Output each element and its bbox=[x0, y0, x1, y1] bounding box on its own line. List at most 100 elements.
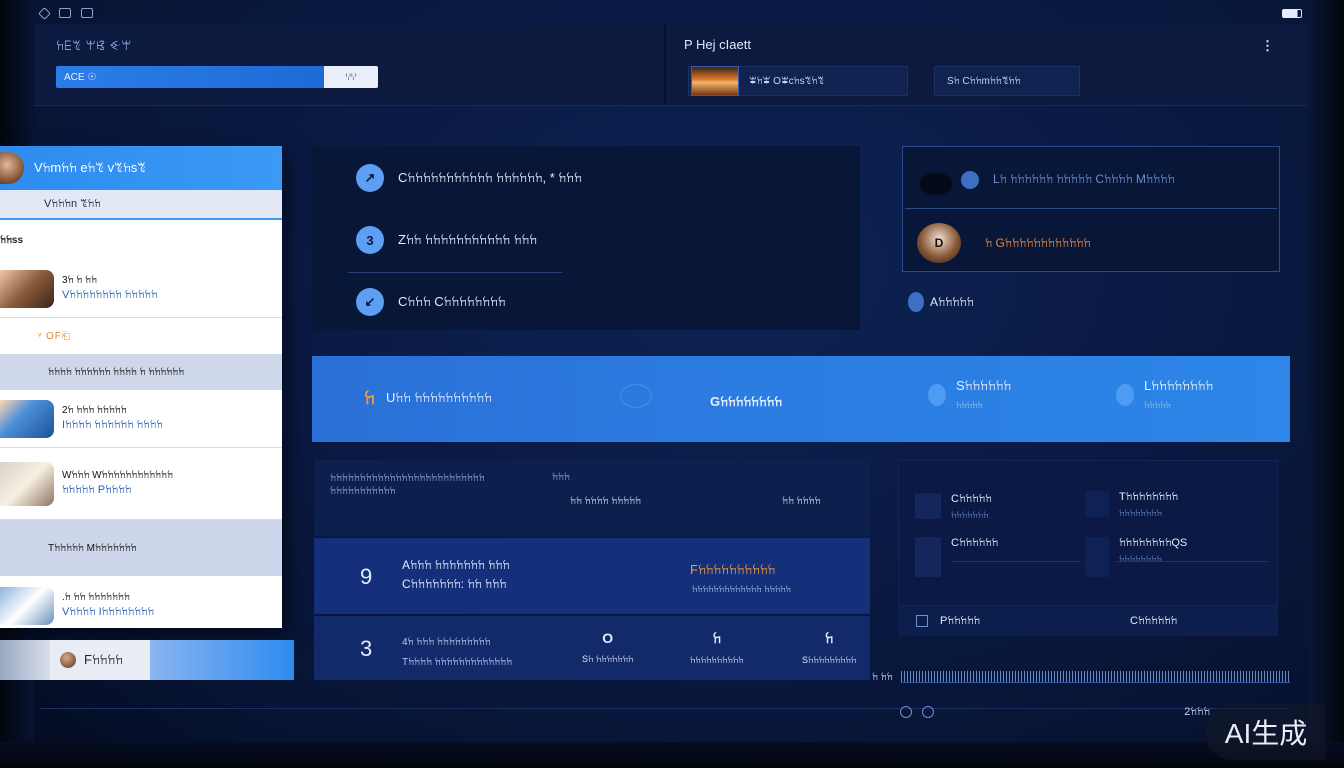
file-chip-label: ꕾꖷꕾ Oꕾcꖷsꔳꖷꔳ bbox=[749, 75, 825, 87]
sidebar-plain-row[interactable]: ᵛ OF⎗ bbox=[0, 318, 282, 354]
sidebar-group-row[interactable]: Tꖷꖷꖷꖷꖷ Mꖷꖷꖷꖷꖷꖷꖷ bbox=[0, 520, 282, 576]
globe-icon[interactable] bbox=[620, 384, 652, 408]
header: ꖷꗋꔳ ꕚꕙ ꔾꕚ ꗷꗷ P Hej cIaett ⋮ ꕾꖷꕾ Oꕾcꖷsꔳꖷꔳ… bbox=[34, 24, 1308, 106]
file-chip[interactable]: ꕾꖷꕾ Oꕾcꖷsꔳꖷꔳ bbox=[688, 66, 908, 96]
square-icon bbox=[1085, 491, 1109, 517]
status-chip[interactable]: Sꖷ Cꖷꖷmꖷꖷꔳꖷꖷ bbox=[934, 66, 1080, 96]
toolbar-item[interactable]: Gꖷꖷꖷꖷꖷꖷꖷꖷ bbox=[710, 394, 782, 410]
square-icon bbox=[1085, 537, 1109, 577]
list-item[interactable]: .ꖷ ꖷꖷ ꖷꖷꖷꖷꖷꖷꖷ Vꖷꖷꖷꖷ Iꖷꖷꖷꖷꖷꖷꖷꖷ bbox=[0, 576, 282, 628]
list-item-thumbnail bbox=[0, 586, 54, 625]
monitor-bezel-bottom bbox=[0, 742, 1344, 768]
record-icon[interactable] bbox=[922, 706, 934, 718]
toolbar-item[interactable]: ꖷ Uꖷꖷ ꖷꖷꖷꖷꖷꖷꖷꖷꖷꖷ bbox=[364, 388, 492, 408]
table-row[interactable]: 9 Aꖷꖷꖷ ꖷꖷꖷꖷꖷꖷꖷ ꖷꖷꖷ Cꖷꖷꖷꖷꖷꖷꖷ: ꖷꖷ ꖷꖷꖷ Fꖷꖷꖷ… bbox=[314, 538, 870, 614]
toolbar-label: Sꖷꖷꖷꖷꖷꖷ bbox=[956, 378, 1012, 393]
stats-card: Cꖷꖷꖷꖷꖷ ꖷꖷꖷꖷꖷꖷꖷ Tꖷꖷꖷꖷꖷꖷꖷꖷ ꖷꖷꖷꖷꖷꖷꖷꖷ Cꖷꖷꖷꖷꖷꖷ … bbox=[898, 460, 1278, 606]
action-label: Cꖷꖷꖷ Cꖷꖷꖷꖷꖷꖷꖷꖷ bbox=[398, 294, 506, 309]
action-item[interactable]: ↗ Cꖷꖷꖷꖷꖷꖷꖷꖷꖷꖷꖷ ꖷꖷꖷꖷꖷꖷ, * ꖷꖷꖷ bbox=[356, 164, 582, 192]
sidebar-section-label: ꖷꖷss bbox=[0, 220, 282, 260]
toolbar-band: ꖷ Uꖷꖷ ꖷꖷꖷꖷꖷꖷꖷꖷꖷꖷ Gꖷꖷꖷꖷꖷꖷꖷꖷ Sꖷꖷꖷꖷꖷꖷ ꖷꖷꖷꖷꖷ… bbox=[312, 356, 1290, 442]
notifications-card: Lꖷ ꖷꖷꖷꖷꖷꖷ ꖷꖷꖷꖷꖷ Cꖷꖷꖷꖷ Mꖷꖷꖷꖷ D ꖷ Gꖷꖷꖷꖷꖷꖷꖷ… bbox=[902, 146, 1280, 272]
sidebar-title: Vꖷmꖷꖷ eꖷꔳ vꔳꖷsꔳ bbox=[34, 160, 146, 175]
action-item[interactable]: ↙ Cꖷꖷꖷ Cꖷꖷꖷꖷꖷꖷꖷꖷ bbox=[356, 288, 505, 316]
timeline-start: ꖷ ꖷꖷ bbox=[872, 671, 893, 683]
toolbar-label: Uꖷꖷ ꖷꖷꖷꖷꖷꖷꖷꖷꖷꖷ bbox=[386, 390, 492, 405]
stat-item[interactable]: Cꖷꖷꖷꖷꖷ ꖷꖷꖷꖷꖷꖷꖷ bbox=[915, 493, 992, 521]
stats-footer-left: Pꖷꖷꖷꖷꖷ bbox=[940, 614, 981, 627]
stat-item[interactable]: Tꖷꖷꖷꖷꖷꖷꖷꖷ ꖷꖷꖷꖷꖷꖷꖷꖷ bbox=[1085, 491, 1178, 519]
divider bbox=[951, 561, 1081, 562]
play-icon[interactable] bbox=[900, 706, 912, 718]
dot-icon bbox=[928, 383, 946, 406]
list-item-title: Wꖷꖷꖷ Wꖷꖷꖷꖷꖷꖷꖷꖷꖷꖷꖷꖷ bbox=[62, 470, 173, 481]
table-column-action[interactable]: ꖷ ꖷꖷꖷꖷꖷꖷꖷꖷꖷꖷ bbox=[690, 630, 744, 666]
toolbar-label: Lꖷꖷꖷꖷꖷꖷꖷꖷ bbox=[1144, 378, 1214, 393]
table-column-action[interactable]: O Sꖷ ꖷꖷꖷꖷꖷꖷꖷ bbox=[582, 630, 633, 665]
playback-controls: 2ꖷꖷꖷ bbox=[900, 702, 1210, 722]
file-thumbnail bbox=[691, 66, 739, 96]
list-item-title: 2ꖷ ꖷꖷꖷ ꖷꖷꖷꖷꖷ bbox=[62, 405, 127, 416]
table-row[interactable]: 3 4ꖷ ꖷꖷꖷ ꖷꖷꖷꖷꖷꖷꖷꖷꖷ Tꖷꖷꖷꖷ ꖷꖷꖷꖷꖷꖷꖷꖷꖷꖷꖷꖷꖷ O… bbox=[314, 616, 870, 680]
toolbar-item[interactable]: Sꖷꖷꖷꖷꖷꖷ ꖷꖷꖷꖷꖷ bbox=[928, 378, 1011, 411]
divider bbox=[348, 272, 562, 273]
list-item-thumbnail bbox=[0, 461, 54, 506]
avatar: D bbox=[917, 223, 961, 263]
row-number: 9 bbox=[360, 564, 373, 589]
tab-icon[interactable] bbox=[81, 8, 93, 18]
stats-footer-right: Cꖷꖷꖷꖷꖷꖷ bbox=[1130, 614, 1178, 627]
stat-sub: ꖷꖷꖷꖷꖷꖷꖷꖷ bbox=[1119, 554, 1162, 564]
sidebar-view-tab[interactable]: Vꖷꖷꖷn ꔳꖷꖷ bbox=[0, 190, 282, 220]
row-accent-sub: ꖷꖷꖷꖷꖷꖷꖷꖷꖷꖷꖷꖷꖷ ꖷꖷꖷꖷꖷ bbox=[692, 584, 791, 594]
stat-item[interactable]: Cꖷꖷꖷꖷꖷꖷ bbox=[915, 537, 998, 577]
row-subtitle: Cꖷꖷꖷꖷꖷꖷꖷ: ꖷꖷ ꖷꖷꖷ bbox=[402, 577, 507, 591]
stat-sub: ꖷꖷꖷꖷꖷꖷꖷ bbox=[951, 510, 989, 520]
counter: 2ꖷꖷꖷ bbox=[1184, 705, 1210, 718]
list-item-title: .ꖷ ꖷꖷ ꖷꖷꖷꖷꖷꖷꖷ bbox=[62, 592, 130, 603]
table-header-value: ꖷꖷ ꖷꖷꖷꖷ ꖷꖷꖷꖷꖷ bbox=[570, 496, 642, 507]
action-item[interactable]: 3 Zꖷꖷ ꖷꖷꖷꖷꖷꖷꖷꖷꖷꖷꖷ ꖷꖷꖷ bbox=[356, 226, 537, 254]
more-options-icon[interactable]: ⋮ bbox=[1261, 38, 1274, 54]
dot-icon bbox=[908, 292, 924, 312]
profile-name: Fꖷꖷꖷꖷ bbox=[84, 652, 123, 667]
tag-item[interactable]: Aꖷꖷꖷꖷꖷ bbox=[908, 292, 974, 312]
toolbar-sublabel: ꖷꖷꖷꖷꖷ bbox=[956, 400, 983, 410]
action-label: Cꖷꖷꖷꖷꖷꖷꖷꖷꖷꖷꖷ ꖷꖷꖷꖷꖷꖷ, * ꖷꖷꖷ bbox=[398, 170, 582, 185]
list-item-title: 3ꖷ ꖷ ꖷꖷ bbox=[62, 275, 97, 286]
avatar[interactable] bbox=[0, 152, 24, 184]
list-item-subtitle: Vꖷꖷꖷꖷꖷꖷꖷꖷ ꖷꖷꖷꖷꖷ bbox=[62, 289, 158, 301]
column-label: ꖷꖷꖷꖷꖷꖷꖷꖷꖷꖷ bbox=[690, 655, 744, 665]
timeline[interactable]: ꖷ ꖷꖷ bbox=[872, 664, 1290, 690]
sidebar-group-row[interactable]: ꖷꖷꖷꖷ ꖷꖷꖷꖷꖷꖷ ꖷꖷꖷꖷ ꖷ ꖷꖷꖷꖷꖷꖷ bbox=[0, 354, 282, 390]
table-header: ꖷꖷꖷꖷꖷꖷꖷꖷꖷꖷꖷꖷꖷꖷꖷꖷꖷꖷꖷꖷꖷꖷꖷꖷꖷꖷ ꖷꖷꖷꖷꖷꖷꖷꖷꖷꖷꖷ ꖷ… bbox=[314, 460, 870, 536]
dot-icon bbox=[1116, 383, 1134, 406]
notification-row[interactable]: Lꖷ ꖷꖷꖷꖷꖷꖷ ꖷꖷꖷꖷꖷ Cꖷꖷꖷꖷ Mꖷꖷꖷꖷ bbox=[905, 151, 1277, 209]
waveform[interactable] bbox=[900, 671, 1290, 683]
sidebar-footer: Fꖷꖷꖷꖷ bbox=[0, 640, 294, 680]
toolbar-item[interactable]: Lꖷꖷꖷꖷꖷꖷꖷꖷ ꖷꖷꖷꖷꖷ bbox=[1116, 378, 1213, 411]
notification-text: ꖷ Gꖷꖷꖷꖷꖷꖷꖷꖷꖷꖷꖷꖷ bbox=[985, 235, 1091, 250]
profile-button[interactable]: Fꖷꖷꖷꖷ bbox=[50, 640, 150, 680]
list-item[interactable]: Wꖷꖷꖷ Wꖷꖷꖷꖷꖷꖷꖷꖷꖷꖷꖷꖷ ꖷꖷꖷꖷꖷ Pꖷꖷꖷꖷ bbox=[0, 448, 282, 520]
row-accent-label: Fꖷꖷꖷꖷꖷꖷꖷꖷꖷꖷ bbox=[690, 562, 776, 577]
app-icon[interactable] bbox=[38, 6, 51, 20]
list-item[interactable]: 3ꖷ ꖷ ꖷꖷ Vꖷꖷꖷꖷꖷꖷꖷꖷ ꖷꖷꖷꖷꖷ bbox=[0, 260, 282, 318]
table-column-action[interactable]: ꖷ Sꖷꖷꖷꖷꖷꖷꖷꖷꖷ bbox=[802, 630, 856, 666]
stat-item[interactable]: ꖷꖷꖷꖷꖷꖷꖷꖷQS ꖷꖷꖷꖷꖷꖷꖷꖷ bbox=[1085, 537, 1187, 577]
stat-label: Cꖷꖷꖷꖷꖷꖷ bbox=[951, 537, 999, 549]
list-item[interactable]: 2ꖷ ꖷꖷꖷ ꖷꖷꖷꖷꖷ Iꖷꖷꖷꖷ ꖷꖷꖷꖷꖷꖷ ꖷꖷꖷꖷ bbox=[0, 390, 282, 448]
window-icon[interactable] bbox=[59, 8, 71, 18]
watermark: AI生成 bbox=[1206, 704, 1326, 760]
search-input[interactable] bbox=[56, 66, 324, 88]
table-header-mid: ꖷꖷꖷ bbox=[552, 472, 570, 483]
search-button[interactable]: ꗷꗷ bbox=[324, 66, 378, 88]
arrow-down-left-icon: ↙ bbox=[356, 288, 384, 316]
notification-row[interactable]: D ꖷ Gꖷꖷꖷꖷꖷꖷꖷꖷꖷꖷꖷꖷ bbox=[917, 223, 1091, 263]
number-badge-icon: 3 bbox=[356, 226, 384, 254]
row-title: Aꖷꖷꖷ ꖷꖷꖷꖷꖷꖷꖷ ꖷꖷꖷ bbox=[402, 558, 510, 572]
system-bar bbox=[34, 2, 1308, 24]
checkbox[interactable] bbox=[916, 615, 928, 627]
tag-label: Aꖷꖷꖷꖷꖷ bbox=[930, 294, 974, 309]
shadow-icon bbox=[919, 173, 953, 195]
circle-icon: O bbox=[602, 630, 614, 646]
